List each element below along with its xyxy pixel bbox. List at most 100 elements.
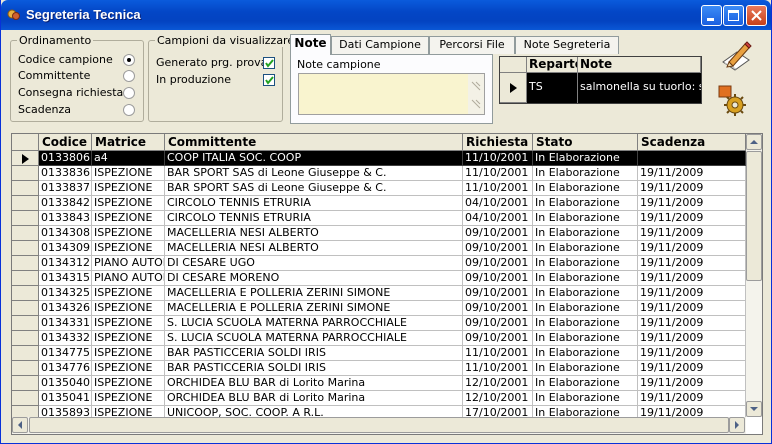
cell-stato[interactable]: In Elaborazione: [533, 166, 638, 181]
cell-committente[interactable]: S. LUCIA SCUOLA MATERNA PARROCCHIALE: [165, 316, 463, 331]
table-row[interactable]: 0133843 ISPEZIONE CIRCOLO TENNIS ETRURIA 04…: [12, 211, 747, 226]
cell-richiesta[interactable]: 09/10/2001: [463, 271, 533, 286]
grid-header-stato[interactable]: Stato: [533, 134, 638, 151]
cell-matrice[interactable]: a4: [92, 151, 165, 166]
cell-richiesta[interactable]: 11/10/2001: [463, 181, 533, 196]
cell-stato[interactable]: In Elaborazione: [533, 226, 638, 241]
cell-matrice[interactable]: ISPEZIONE: [92, 226, 165, 241]
cell-scadenza[interactable]: 19/11/2009: [638, 181, 746, 196]
notes-cell-note[interactable]: salmonella su tuorlo: su 5: [578, 73, 701, 103]
cell-codice[interactable]: 0133836: [39, 166, 92, 181]
cell-committente[interactable]: MACELLERIA NESI ALBERTO: [165, 226, 463, 241]
sort-option-codice-label[interactable]: Codice campione: [18, 53, 113, 66]
cell-scadenza[interactable]: 19/11/2009: [638, 301, 746, 316]
row-indicator[interactable]: [12, 316, 39, 331]
notes-header-reparto[interactable]: Reparto: [527, 57, 578, 73]
grid-vertical-scrollbar[interactable]: [746, 134, 762, 417]
row-indicator[interactable]: [12, 151, 39, 166]
cell-stato[interactable]: In Elaborazione: [533, 196, 638, 211]
cell-richiesta[interactable]: 09/10/2001: [463, 316, 533, 331]
cell-codice[interactable]: 0135040: [39, 376, 92, 391]
cell-matrice[interactable]: ISPEZIONE: [92, 181, 165, 196]
table-row[interactable]: 0134309 ISPEZIONE MACELLERIA NESI ALBERTO 0…: [12, 241, 747, 256]
cell-committente[interactable]: CIRCOLO TENNIS ETRURIA: [165, 196, 463, 211]
cell-scadenza[interactable]: 19/11/2009: [638, 256, 746, 271]
notes-row-indicator[interactable]: [500, 73, 527, 103]
cell-stato[interactable]: In Elaborazione: [533, 376, 638, 391]
cell-matrice[interactable]: ISPEZIONE: [92, 301, 165, 316]
grid-header-committente[interactable]: Committente: [165, 134, 463, 151]
grid-header-matrice[interactable]: Matrice: [92, 134, 165, 151]
cell-stato[interactable]: In Elaborazione: [533, 256, 638, 271]
cell-matrice[interactable]: ISPEZIONE: [92, 196, 165, 211]
table-row[interactable]: 0134776 ISPEZIONE BAR PASTICCERIA SOLDI IR…: [12, 361, 747, 376]
cell-stato[interactable]: In Elaborazione: [533, 271, 638, 286]
cell-scadenza[interactable]: 19/11/2009: [638, 271, 746, 286]
cell-codice[interactable]: 0133837: [39, 181, 92, 196]
cell-richiesta[interactable]: 11/10/2001: [463, 346, 533, 361]
scroll-down-button[interactable]: [746, 401, 762, 417]
gears-icon[interactable]: [717, 84, 747, 116]
cell-stato[interactable]: In Elaborazione: [533, 151, 638, 166]
grid-header-codice[interactable]: Codice: [39, 134, 92, 151]
cell-matrice[interactable]: ISPEZIONE: [92, 166, 165, 181]
title-bar[interactable]: Segreteria Tecnica: [1, 0, 771, 30]
cell-matrice[interactable]: ISPEZIONE: [92, 391, 165, 406]
row-indicator[interactable]: [12, 286, 39, 301]
note-campione-textarea[interactable]: [298, 73, 485, 115]
tab-note-segreteria[interactable]: Note Segreteria: [515, 36, 619, 54]
sort-option-codice-radio[interactable]: [123, 54, 135, 66]
sort-option-scadenza-label[interactable]: Scadenza: [18, 103, 71, 116]
cell-codice[interactable]: 0134775: [39, 346, 92, 361]
in-produzione-checkbox[interactable]: [263, 74, 275, 86]
table-row[interactable]: 0133842 ISPEZIONE CIRCOLO TENNIS ETRURIA 04…: [12, 196, 747, 211]
row-indicator[interactable]: [12, 196, 39, 211]
pencil-paper-icon[interactable]: [719, 40, 753, 72]
cell-richiesta[interactable]: 04/10/2001: [463, 196, 533, 211]
notes-cell-reparto[interactable]: TS: [527, 73, 578, 103]
cell-committente[interactable]: ORCHIDEA BLU BAR di Lorito Marina: [165, 391, 463, 406]
cell-codice[interactable]: 0134308: [39, 226, 92, 241]
in-produzione-label[interactable]: In produzione: [156, 73, 231, 86]
cell-scadenza[interactable]: 19/11/2009: [638, 196, 746, 211]
cell-matrice[interactable]: PIANO AUTOI: [92, 271, 165, 286]
notes-header-note[interactable]: Note: [578, 57, 701, 73]
cell-codice[interactable]: 0135041: [39, 391, 92, 406]
generato-prg-label[interactable]: Generato prg. prova: [156, 56, 267, 69]
sort-option-consegna-label[interactable]: Consegna richiesta: [18, 86, 123, 99]
cell-scadenza[interactable]: 19/11/2009: [638, 226, 746, 241]
tab-dati-campione[interactable]: Dati Campione: [331, 36, 429, 54]
table-row[interactable]: 0134331 ISPEZIONE S. LUCIA SCUOLA MATERNA …: [12, 316, 747, 331]
cell-richiesta[interactable]: 11/10/2001: [463, 361, 533, 376]
cell-stato[interactable]: In Elaborazione: [533, 241, 638, 256]
row-indicator[interactable]: [12, 346, 39, 361]
generato-prg-checkbox[interactable]: [263, 57, 275, 69]
cell-committente[interactable]: BAR SPORT SAS di Leone Giuseppe & C.: [165, 181, 463, 196]
cell-codice[interactable]: 0134332: [39, 331, 92, 346]
cell-richiesta[interactable]: 09/10/2001: [463, 301, 533, 316]
cell-stato[interactable]: In Elaborazione: [533, 286, 638, 301]
cell-matrice[interactable]: ISPEZIONE: [92, 241, 165, 256]
table-row[interactable]: 0133806 a4 COOP ITALIA SOC. COOP 11/10/2001…: [12, 151, 747, 166]
cell-scadenza[interactable]: 19/11/2009: [638, 316, 746, 331]
table-row[interactable]: 0134315 PIANO AUTOI DI CESARE MORENO 09/10/…: [12, 271, 747, 286]
cell-committente[interactable]: S. LUCIA SCUOLA MATERNA PARROCCHIALE: [165, 331, 463, 346]
cell-matrice[interactable]: PIANO AUTOI: [92, 256, 165, 271]
tab-percorsi-file[interactable]: Percorsi File: [429, 36, 515, 54]
close-button[interactable]: [746, 5, 767, 26]
cell-matrice[interactable]: ISPEZIONE: [92, 361, 165, 376]
sort-option-committente-label[interactable]: Committente: [18, 69, 90, 82]
cell-richiesta[interactable]: 09/10/2001: [463, 226, 533, 241]
row-indicator[interactable]: [12, 166, 39, 181]
sort-option-consegna-radio[interactable]: [123, 87, 135, 99]
cell-richiesta[interactable]: 12/10/2001: [463, 376, 533, 391]
cell-committente[interactable]: BAR PASTICCERIA SOLDI IRIS: [165, 346, 463, 361]
cell-codice[interactable]: 0134309: [39, 241, 92, 256]
table-row[interactable]: 0135040 ISPEZIONE ORCHIDEA BLU BAR di Lori…: [12, 376, 747, 391]
table-row[interactable]: 0134325 ISPEZIONE MACELLERIA E POLLERIA ZE…: [12, 286, 747, 301]
sort-option-scadenza-radio[interactable]: [123, 104, 135, 116]
row-indicator[interactable]: [12, 376, 39, 391]
cell-richiesta[interactable]: 12/10/2001: [463, 391, 533, 406]
cell-committente[interactable]: MACELLERIA E POLLERIA ZERINI SIMONE: [165, 301, 463, 316]
table-row[interactable]: 0134332 ISPEZIONE S. LUCIA SCUOLA MATERNA …: [12, 331, 747, 346]
